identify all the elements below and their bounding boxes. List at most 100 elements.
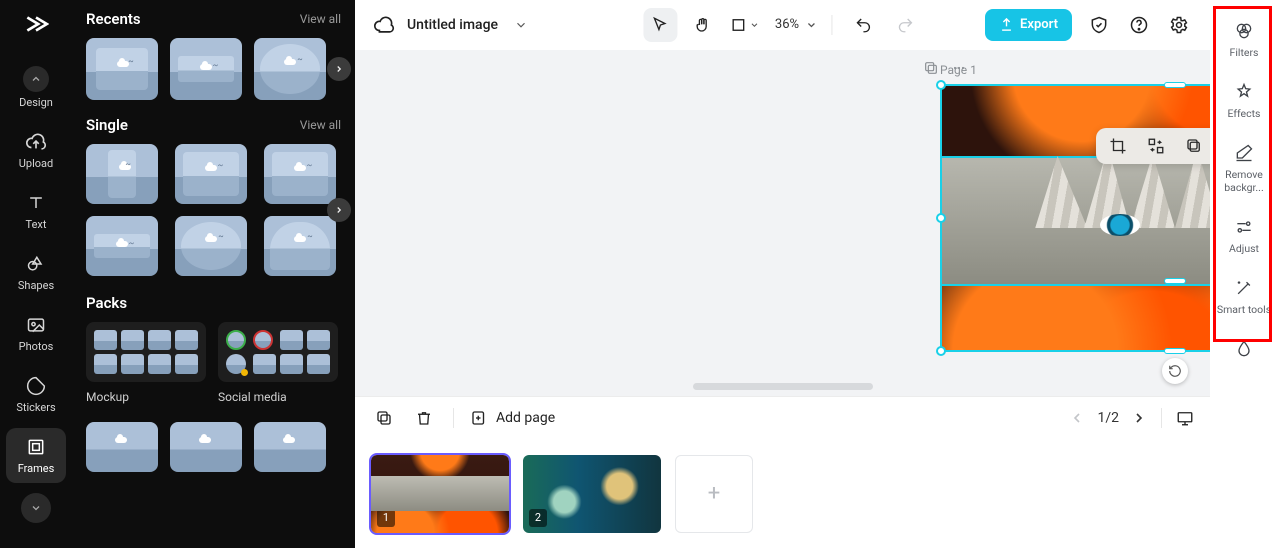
frame-thumb[interactable]: ~ <box>254 38 326 100</box>
shapes-icon <box>25 253 47 275</box>
frame-thumb[interactable]: ~ <box>264 216 336 276</box>
next-page-icon[interactable] <box>1131 410 1147 426</box>
pack-social[interactable] <box>218 322 338 382</box>
rotate-handle[interactable] <box>1162 358 1188 384</box>
rail-label: Upload <box>19 157 53 170</box>
rb-label: Smart tools <box>1217 303 1271 316</box>
resize-handle-top[interactable] <box>1164 82 1186 88</box>
resize-handle-bl[interactable] <box>936 346 946 356</box>
page-thumb-number: 1 <box>377 509 395 527</box>
document-title[interactable]: Untitled image <box>407 17 498 33</box>
frames-panel: Recents View all ~ ~ ~ Single View all ~… <box>72 0 355 548</box>
resize-handle-ml[interactable] <box>936 213 946 223</box>
canvas-scrollbar[interactable] <box>693 383 873 390</box>
app-logo[interactable] <box>20 8 52 40</box>
rb-smart-tools[interactable]: Smart tools <box>1216 269 1272 330</box>
frame-thumb[interactable]: ~ <box>86 144 158 204</box>
rail-label: Frames <box>18 462 55 475</box>
single-view-all[interactable]: View all <box>300 118 341 132</box>
inner-handle-bottom[interactable] <box>1164 278 1186 284</box>
selected-image[interactable] <box>940 84 1210 352</box>
rail-photos[interactable]: Photos <box>6 306 66 361</box>
detach-icon[interactable] <box>1182 134 1206 158</box>
redo-button[interactable] <box>888 8 922 42</box>
divider <box>453 408 454 428</box>
zoom-control[interactable]: 36% <box>775 17 817 32</box>
present-icon[interactable] <box>1176 409 1194 427</box>
pack-mockup[interactable] <box>86 322 206 382</box>
cloud-sync-icon[interactable] <box>373 14 395 36</box>
zoom-value: 36% <box>775 17 799 32</box>
selection-toolbar <box>1096 128 1210 164</box>
frame-thumb[interactable]: ~ <box>175 144 247 204</box>
single-title: Single <box>86 116 128 134</box>
top-bar: Untitled image 36% Export <box>355 0 1210 50</box>
scroll-right-button[interactable] <box>327 198 351 222</box>
select-tool[interactable] <box>643 8 677 42</box>
recents-row: ~ ~ ~ <box>86 38 341 100</box>
rb-extra[interactable] <box>1216 330 1272 364</box>
rail-more-button[interactable] <box>21 493 51 523</box>
frame-thumb[interactable] <box>170 422 242 472</box>
undo-button[interactable] <box>846 8 880 42</box>
help-icon[interactable] <box>1126 12 1152 38</box>
export-button[interactable]: Export <box>985 9 1072 41</box>
packs-bottom-strip <box>86 422 341 472</box>
duplicate-page-icon[interactable] <box>923 60 939 76</box>
resize-handle-tl[interactable] <box>936 80 946 90</box>
rail-shapes[interactable]: Shapes <box>6 245 66 300</box>
filters-icon <box>1233 20 1255 42</box>
rb-remove-bg[interactable]: Remove backgr... <box>1216 134 1272 208</box>
title-dropdown-icon[interactable] <box>514 18 528 32</box>
crop-icon[interactable] <box>1106 134 1130 158</box>
frame-thumb[interactable]: ~ <box>175 216 247 276</box>
replace-icon[interactable] <box>1144 134 1168 158</box>
resize-handle-bottom[interactable] <box>1164 348 1186 354</box>
rail-label: Design <box>19 96 53 109</box>
frame-thumb[interactable] <box>254 422 326 472</box>
add-page-button[interactable]: Add page <box>470 409 555 427</box>
frame-thumb[interactable] <box>86 422 158 472</box>
hand-tool[interactable] <box>685 8 719 42</box>
canvas[interactable]: Page 1 <box>355 50 1210 396</box>
packs-title: Packs <box>86 294 127 312</box>
add-page-slot[interactable]: + <box>675 455 753 533</box>
page-thumb-2[interactable]: 2 <box>523 455 661 533</box>
pack-label: Social media <box>218 390 338 404</box>
frame-thumb[interactable]: ~ <box>170 38 242 100</box>
photo-icon <box>25 314 47 336</box>
rb-label: Filters <box>1230 46 1259 59</box>
shield-icon[interactable] <box>1086 12 1112 38</box>
recents-view-all[interactable]: View all <box>300 12 341 26</box>
duplicate-icon[interactable] <box>371 405 397 431</box>
page-thumb-1[interactable]: 1 <box>371 455 509 533</box>
rb-effects[interactable]: Effects <box>1216 73 1272 134</box>
trash-icon[interactable] <box>411 405 437 431</box>
page-thumb-number: 2 <box>529 509 547 527</box>
sliders-icon <box>1233 216 1255 238</box>
rail-label: Text <box>26 218 47 231</box>
rail-upload[interactable]: Upload <box>6 123 66 178</box>
page-nav: 1/2 <box>1069 408 1194 428</box>
drop-icon <box>1233 338 1255 360</box>
scroll-right-button[interactable] <box>327 57 351 81</box>
artboard-tool[interactable] <box>727 8 761 42</box>
text-icon <box>25 192 47 214</box>
rb-filters[interactable]: Filters <box>1216 12 1272 73</box>
page-more-icon[interactable] <box>951 60 967 76</box>
prev-page-icon[interactable] <box>1069 410 1085 426</box>
sticker-icon <box>25 375 47 397</box>
rail-frames[interactable]: Frames <box>6 428 66 483</box>
gear-icon[interactable] <box>1166 12 1192 38</box>
rail-stickers[interactable]: Stickers <box>6 367 66 422</box>
rail-text[interactable]: Text <box>6 184 66 239</box>
add-page-label: Add page <box>496 410 555 426</box>
frame-thumb[interactable]: ~ <box>86 216 158 276</box>
main-area: Untitled image 36% Export <box>355 0 1210 548</box>
frame-thumb[interactable]: ~ <box>86 38 158 100</box>
center-toolbar: 36% <box>643 8 922 42</box>
rail-design[interactable]: Design <box>6 58 66 117</box>
rb-adjust[interactable]: Adjust <box>1216 208 1272 269</box>
frame-thumb[interactable]: ~ <box>264 144 336 204</box>
packs-row: Mockup Social media <box>86 322 341 404</box>
